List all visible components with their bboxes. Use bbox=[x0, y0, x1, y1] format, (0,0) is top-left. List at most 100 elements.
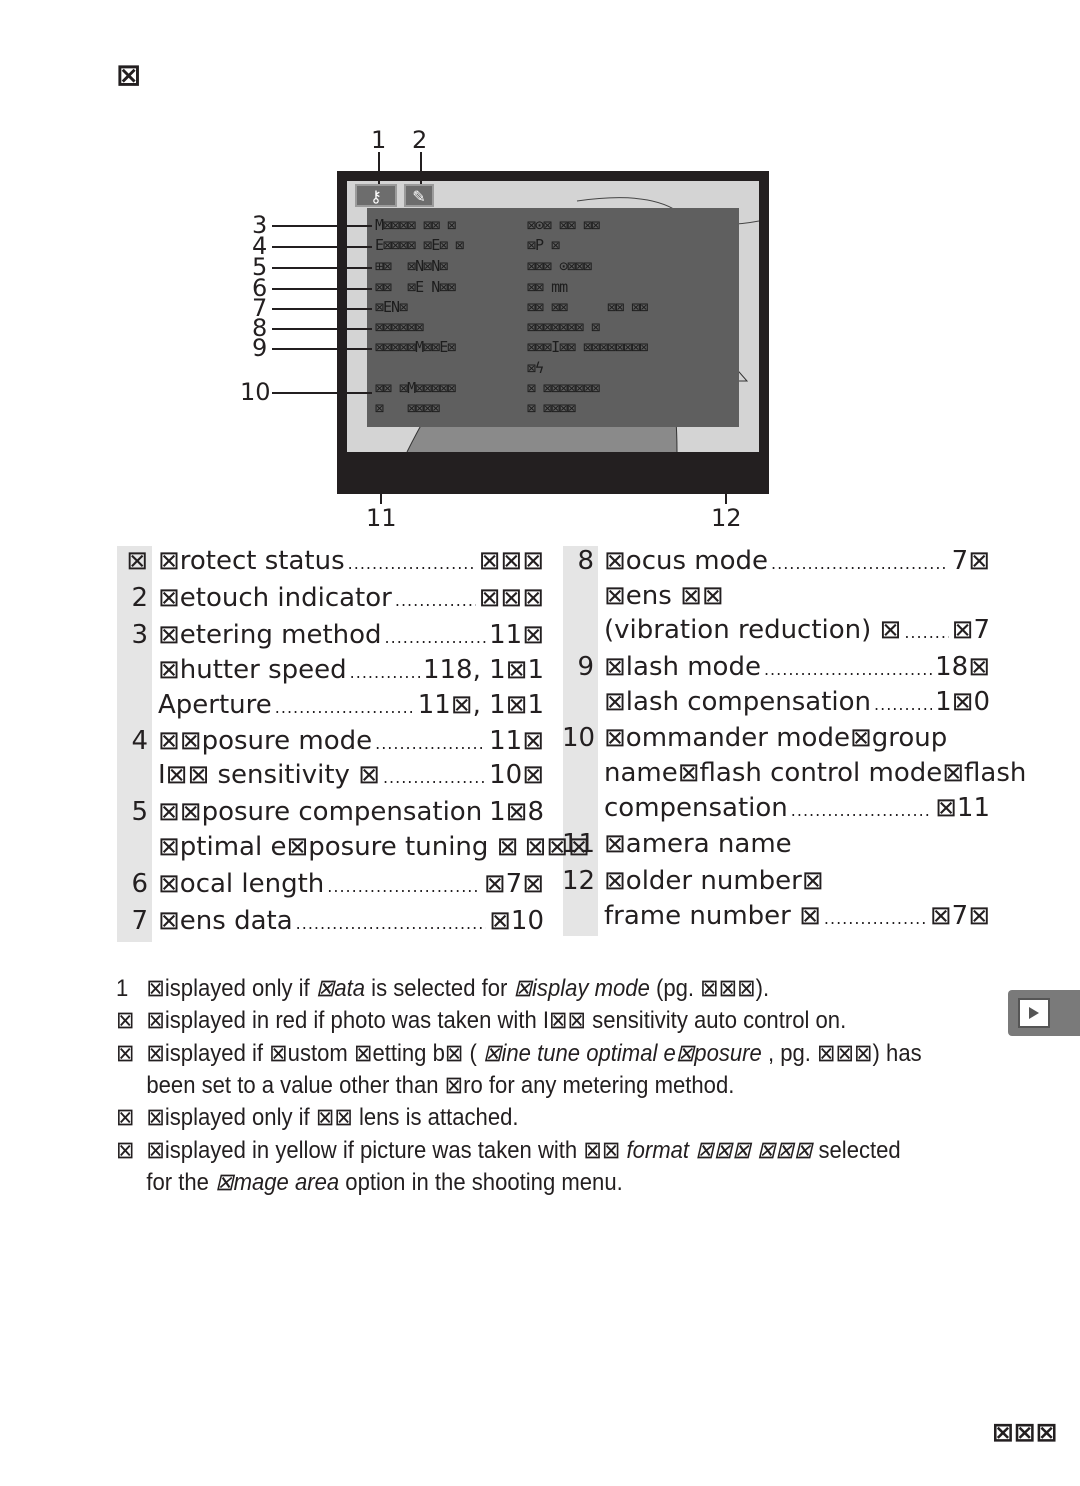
screen-text-left: M⊠⊠⊠⊠ ⊠⊠ ⊠ bbox=[375, 216, 456, 234]
footnote-text: selected bbox=[812, 1137, 901, 1164]
callout-line bbox=[272, 392, 372, 394]
item-label: ⊠ocus mode bbox=[604, 546, 769, 576]
leader-dots: ........................................… bbox=[349, 663, 420, 682]
list-item: 5 ⊠⊠posure compensation..................… bbox=[131, 797, 544, 827]
footnote-marker: ⊠ bbox=[116, 1007, 135, 1034]
list-item: ⊠ptimal e⊠posure tuning ⊠...............… bbox=[158, 832, 590, 862]
screen-text-left: E⊠⊠⊠⊠ ⊠E⊠ ⊠ bbox=[375, 236, 464, 254]
page-reference: 7⊠ bbox=[951, 546, 990, 576]
callout-line bbox=[272, 225, 372, 227]
key-icon: ⚷ bbox=[355, 184, 397, 207]
list-item: 4 ⊠⊠posure mode..........................… bbox=[131, 726, 544, 756]
list-item: (vibration reduction) ⊠.................… bbox=[604, 615, 990, 645]
leader-dots: ........................................… bbox=[790, 801, 932, 820]
page-reference: 18⊠ bbox=[935, 652, 990, 682]
item-number: 6 bbox=[131, 869, 148, 899]
retouch-brush-icon: ✎ bbox=[404, 184, 434, 207]
footnote-text: been set to a value other than ⊠ro for a… bbox=[146, 1072, 735, 1099]
list-item: compensation............................… bbox=[604, 793, 990, 823]
item-label: ⊠older number⊠ bbox=[604, 866, 824, 896]
footnote-text: , pg. ⊠⊠⊠) has bbox=[761, 1040, 922, 1067]
list-item: ⊠hutter speed...........................… bbox=[158, 655, 544, 685]
callout-line bbox=[420, 152, 422, 184]
info-overlay: M⊠⊠⊠⊠ ⊠⊠ ⊠ ⊠⊙⊠ ⊠⊠ ⊠⊠ E⊠⊠⊠⊠ ⊠E⊠ ⊠ ⊠P ⊠ ⊞⊠ ⊠N⊠… bbox=[367, 208, 739, 427]
section-heading: ⊠ bbox=[116, 58, 142, 93]
page-reference: ⊠11 bbox=[935, 793, 990, 823]
callout-line bbox=[272, 328, 372, 330]
list-item: I⊠⊠ sensitivity ⊠.......................… bbox=[158, 760, 544, 790]
page-reference: ⊠10 bbox=[489, 906, 544, 936]
page-reference: ⊠7 bbox=[951, 615, 990, 645]
list-item: Aperture................................… bbox=[158, 690, 544, 720]
footnote-text: ⊠isplayed in red if photo was taken with… bbox=[146, 1007, 847, 1034]
list-item: 8 ⊠ocus mode.............................… bbox=[577, 546, 990, 576]
screen-text-right: ⊠⊠⊠ ⊙⊠⊠⊠ bbox=[527, 257, 592, 275]
footnote: ⊠ ⊠isplayed in red if photo was taken wit… bbox=[116, 1006, 846, 1035]
list-item: ⊠ens ⊠⊠ bbox=[604, 581, 990, 611]
page-reference: ⊠7⊠ bbox=[483, 869, 544, 899]
list-item: name⊠flash control mode⊠flash bbox=[604, 758, 1026, 788]
footnote-text: option in the shooting menu. bbox=[339, 1169, 623, 1196]
item-label: ⊠⊠posure mode bbox=[158, 726, 373, 756]
list-item: 9 ⊠lash mode.............................… bbox=[577, 652, 990, 682]
item-label: ⊠ens ⊠⊠ bbox=[604, 581, 724, 611]
item-label: ⊠etering method bbox=[158, 620, 382, 650]
screen-text-right: ⊠ ⊠⊠⊠⊠⊠⊠⊠ bbox=[527, 379, 600, 397]
leader-dots: ........................................… bbox=[327, 877, 481, 896]
item-label: (vibration reduction) ⊠ bbox=[604, 615, 902, 645]
footnote-marker: ⊠ bbox=[116, 1137, 135, 1164]
screen-text-left: ⊠ ⊠⊠⊠⊠ bbox=[375, 399, 440, 417]
item-label: ⊠amera name bbox=[604, 829, 792, 859]
list-item: ⊠lash compensation......................… bbox=[604, 687, 990, 717]
footnote: for the ⊠mage area option in the shootin… bbox=[116, 1168, 623, 1197]
item-label: Aperture bbox=[158, 690, 272, 720]
screen-text-left: ⊠⊠ ⊠E N⊠⊠ bbox=[375, 278, 456, 296]
item-label: ⊠ocal length bbox=[158, 869, 325, 899]
item-label: ⊠hutter speed bbox=[158, 655, 347, 685]
leader-dots: ........................................… bbox=[347, 554, 476, 573]
footnote-marker: 1 bbox=[116, 975, 129, 1002]
footnote-text: format ⊠⊠⊠ ⊠⊠⊠ bbox=[626, 1137, 813, 1164]
item-number: 2 bbox=[131, 583, 148, 613]
callout-line bbox=[272, 308, 372, 310]
callout-10: 10 bbox=[240, 378, 271, 406]
footnote-text: for the bbox=[146, 1169, 216, 1196]
screen-text-right: ⊠ ⊠⊠⊠⊠ bbox=[527, 399, 576, 417]
callout-line bbox=[272, 348, 372, 350]
page-reference: 118, 1⊠1 bbox=[422, 655, 544, 685]
leader-dots: ........................................… bbox=[274, 698, 415, 717]
screen-text-left: ⊠⊠⊠⊠⊠⊠ bbox=[375, 318, 424, 336]
item-label: ⊠ommander mode⊠group bbox=[604, 723, 948, 753]
item-number: ⊠ bbox=[126, 546, 148, 576]
item-label: I⊠⊠ sensitivity ⊠ bbox=[158, 760, 380, 790]
callout-line bbox=[272, 267, 372, 269]
item-label: frame number ⊠ bbox=[604, 901, 821, 931]
screen-text-right: ⊠⊠⊠I⊠⊠ ⊠⊠⊠⊠⊠⊠⊠⊠ bbox=[527, 338, 648, 356]
page-number: ⊠⊠⊠ bbox=[992, 1418, 1058, 1448]
manual-page: ⊠ M⊠⊠⊠⊠ ⊠⊠ ⊠ ⊠⊙⊠ ⊠⊠ ⊠⊠ E⊠⊠⊠⊠ ⊠E⊠ ⊠ ⊠P ⊠ ⊞⊠ ⊠… bbox=[0, 0, 1080, 1486]
list-item: 7 ⊠ens data..............................… bbox=[131, 906, 544, 936]
item-number: 8 bbox=[577, 546, 594, 576]
leader-dots: ........................................… bbox=[771, 554, 949, 573]
page-reference: 1⊠0 bbox=[935, 687, 990, 717]
page-reference: 10⊠ bbox=[489, 760, 544, 790]
item-label: ⊠⊠posure compensation bbox=[158, 797, 483, 827]
footnote-text: ⊠isplayed only if bbox=[146, 975, 316, 1002]
callout-9: 9 bbox=[252, 334, 268, 362]
screen-text-right: ⊠P ⊠ bbox=[527, 236, 560, 254]
leader-dots: ........................................… bbox=[874, 695, 933, 714]
list-item: 6 ⊠ocal length...........................… bbox=[131, 869, 544, 899]
footnote: 1 ⊠isplayed only if ⊠ata is selected for … bbox=[116, 974, 769, 1003]
screen-text-right: ⊠⊠⊠⊠⊠⊠⊠ ⊠ bbox=[527, 318, 600, 336]
list-item: ⊠ ⊠rotect status.........................… bbox=[126, 546, 544, 576]
item-number: 3 bbox=[131, 620, 148, 650]
page-reference: ⊠⊠⊠ bbox=[478, 546, 544, 576]
footnote-marker: ⊠ bbox=[116, 1040, 135, 1067]
screen-text-right: ⊠⊠ mm bbox=[527, 278, 568, 296]
page-reference: ⊠7⊠ bbox=[929, 901, 990, 931]
list-item: 3 ⊠etering method........................… bbox=[131, 620, 544, 650]
leader-dots: ........................................… bbox=[375, 734, 487, 753]
leader-dots: ........................................… bbox=[384, 628, 487, 647]
footnote-text: ⊠isplay mode bbox=[513, 975, 650, 1002]
page-reference: 11⊠, 1⊠1 bbox=[417, 690, 544, 720]
